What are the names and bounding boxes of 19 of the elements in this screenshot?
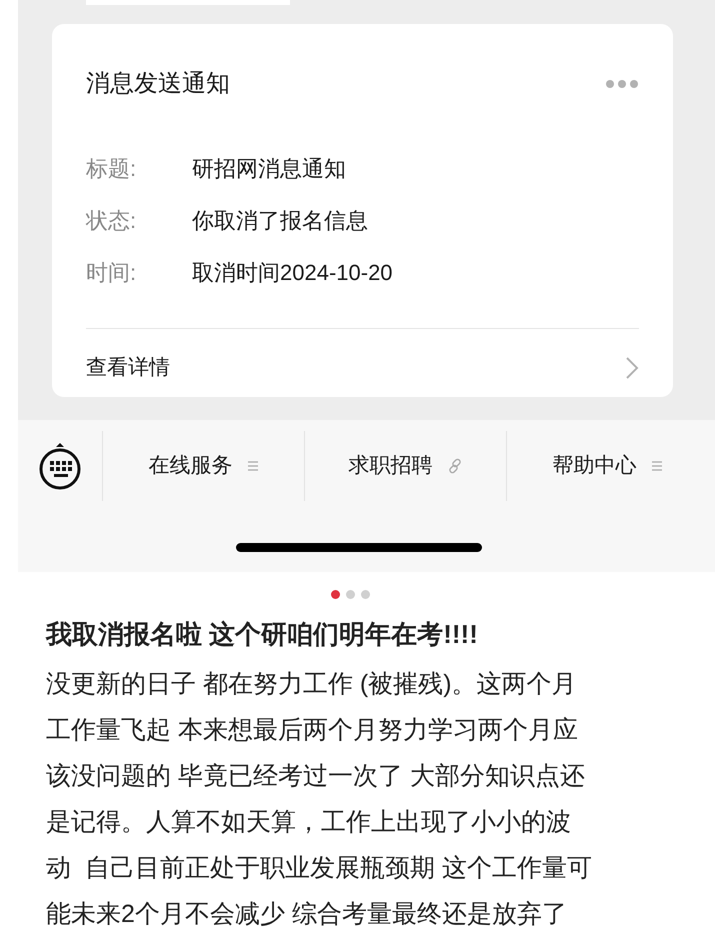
post-title: 我取消报名啦 这个研咱们明年在考!!!! <box>46 618 479 651</box>
view-details-link[interactable]: 查看详情 <box>86 352 170 384</box>
field-value: 你取消了报名信息 <box>192 206 368 234</box>
list-icon <box>650 460 662 472</box>
card-title: 消息发送通知 <box>86 69 230 99</box>
menu-item[interactable]: 求职招聘 <box>348 450 432 482</box>
chevron-right-icon[interactable] <box>625 356 639 380</box>
keyboard-icon[interactable] <box>38 442 82 490</box>
field-value: 取消时间2024-10-20 <box>192 258 393 286</box>
field-label: 标题: <box>86 154 138 182</box>
field-label: 状态: <box>86 206 138 234</box>
more-icon[interactable] <box>605 79 639 89</box>
menu-item[interactable]: 帮助中心 <box>552 450 636 482</box>
link-icon <box>446 458 462 474</box>
field-value: 研招网消息通知 <box>192 154 346 182</box>
post-body: 没更新的日子 都在努力工作 (被摧残)。这两个月 工作量飞起 本来想最后两个月努力学习两个月应 该没问题的 毕竟已经考过一次了 大部分知识点还 是记得。人算不如天算，工作上出现了小小的波 动 自己目前正处于职业发展瓶颈期 这个工作量可 能未来2个月不会减少 综合考量最终还是放弃了 <box>46 669 593 930</box>
menu-item[interactable]: 在线服务 <box>148 450 232 482</box>
list-icon <box>246 460 258 472</box>
field-label: 时间: <box>86 258 138 286</box>
